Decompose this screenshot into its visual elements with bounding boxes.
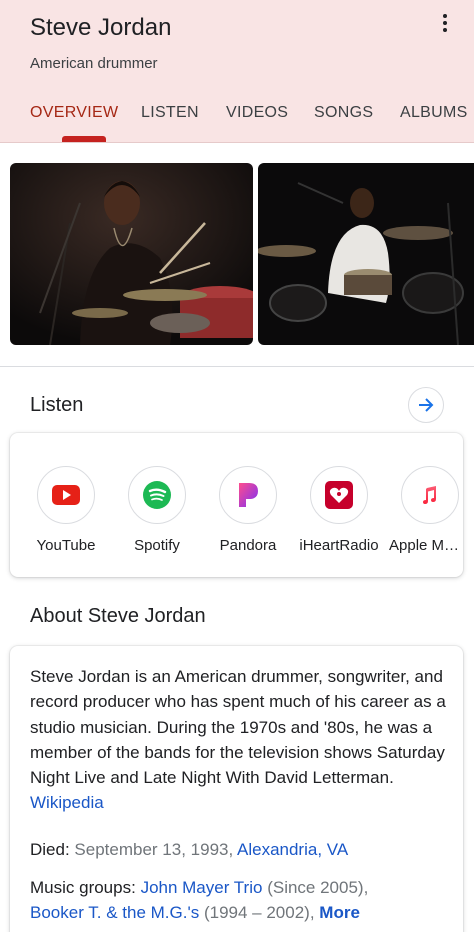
about-description: Steve Jordan is an American drummer, son… (30, 664, 450, 816)
iheartradio-icon (310, 466, 368, 524)
service-pandora[interactable]: Pandora (201, 466, 295, 554)
tab-albums[interactable]: ALBUMS (400, 104, 468, 122)
listen-title: Listen (30, 394, 84, 416)
spotify-icon (128, 466, 186, 524)
fact-label: Music groups: (30, 878, 136, 897)
tab-listen[interactable]: LISTEN (141, 104, 199, 122)
service-label: iHeartRadio (299, 537, 379, 554)
fact-label: Died: (30, 840, 70, 859)
service-iheartradio[interactable]: iHeartRadio (292, 466, 386, 554)
service-label: YouTube (36, 537, 96, 554)
group-link[interactable]: John Mayer Trio (141, 878, 263, 897)
about-title: About Steve Jordan (30, 605, 206, 627)
page-subtitle: American drummer (30, 55, 158, 72)
group-years: (1994 – 2002), (203, 903, 315, 922)
knowledge-panel-header: Steve Jordan American drummer OVERVIEW L… (0, 0, 474, 143)
tab-bar: OVERVIEW LISTEN VIDEOS SONGS ALBUMS (0, 96, 474, 142)
group-years: (Since 2005), (267, 878, 369, 897)
section-divider (0, 366, 474, 367)
fact-died: Died: September 13, 1993, Alexandria, VA (30, 837, 460, 862)
apple-music-icon (401, 466, 459, 524)
about-card: Steve Jordan is an American drummer, son… (10, 646, 463, 932)
page-title: Steve Jordan (30, 14, 172, 41)
group-link[interactable]: Booker T. & the M.G.'s (30, 903, 199, 922)
wikipedia-link[interactable]: Wikipedia (30, 793, 104, 812)
pandora-icon (219, 466, 277, 524)
tab-songs[interactable]: SONGS (314, 104, 373, 122)
service-label: Pandora (219, 537, 277, 554)
tab-videos[interactable]: VIDEOS (226, 104, 288, 122)
service-youtube[interactable]: YouTube (19, 466, 113, 554)
fact-music-groups: Music groups: John Mayer Trio (Since 200… (30, 875, 460, 925)
died-place-link[interactable]: Alexandria, VA (237, 840, 348, 859)
more-link[interactable]: More (319, 903, 360, 922)
died-date: September 13, 1993, (74, 840, 234, 859)
active-tab-indicator (62, 136, 106, 142)
service-apple-music[interactable]: Apple Music (383, 466, 463, 554)
drummer-photo-1[interactable] (10, 163, 253, 345)
service-label: Apple Music (389, 537, 463, 554)
listen-services-card: YouTube Spotify Pandora iHeartRadio Appl… (10, 433, 463, 577)
tab-overview[interactable]: OVERVIEW (30, 104, 118, 122)
arrow-right-icon (419, 398, 434, 412)
service-label: Spotify (134, 537, 180, 554)
drummer-photo-2[interactable] (258, 163, 474, 345)
description-text: Steve Jordan is an American drummer, son… (30, 667, 446, 788)
more-options-icon[interactable] (430, 10, 460, 36)
youtube-icon (37, 466, 95, 524)
service-spotify[interactable]: Spotify (110, 466, 204, 554)
listen-more-button[interactable] (408, 387, 444, 423)
